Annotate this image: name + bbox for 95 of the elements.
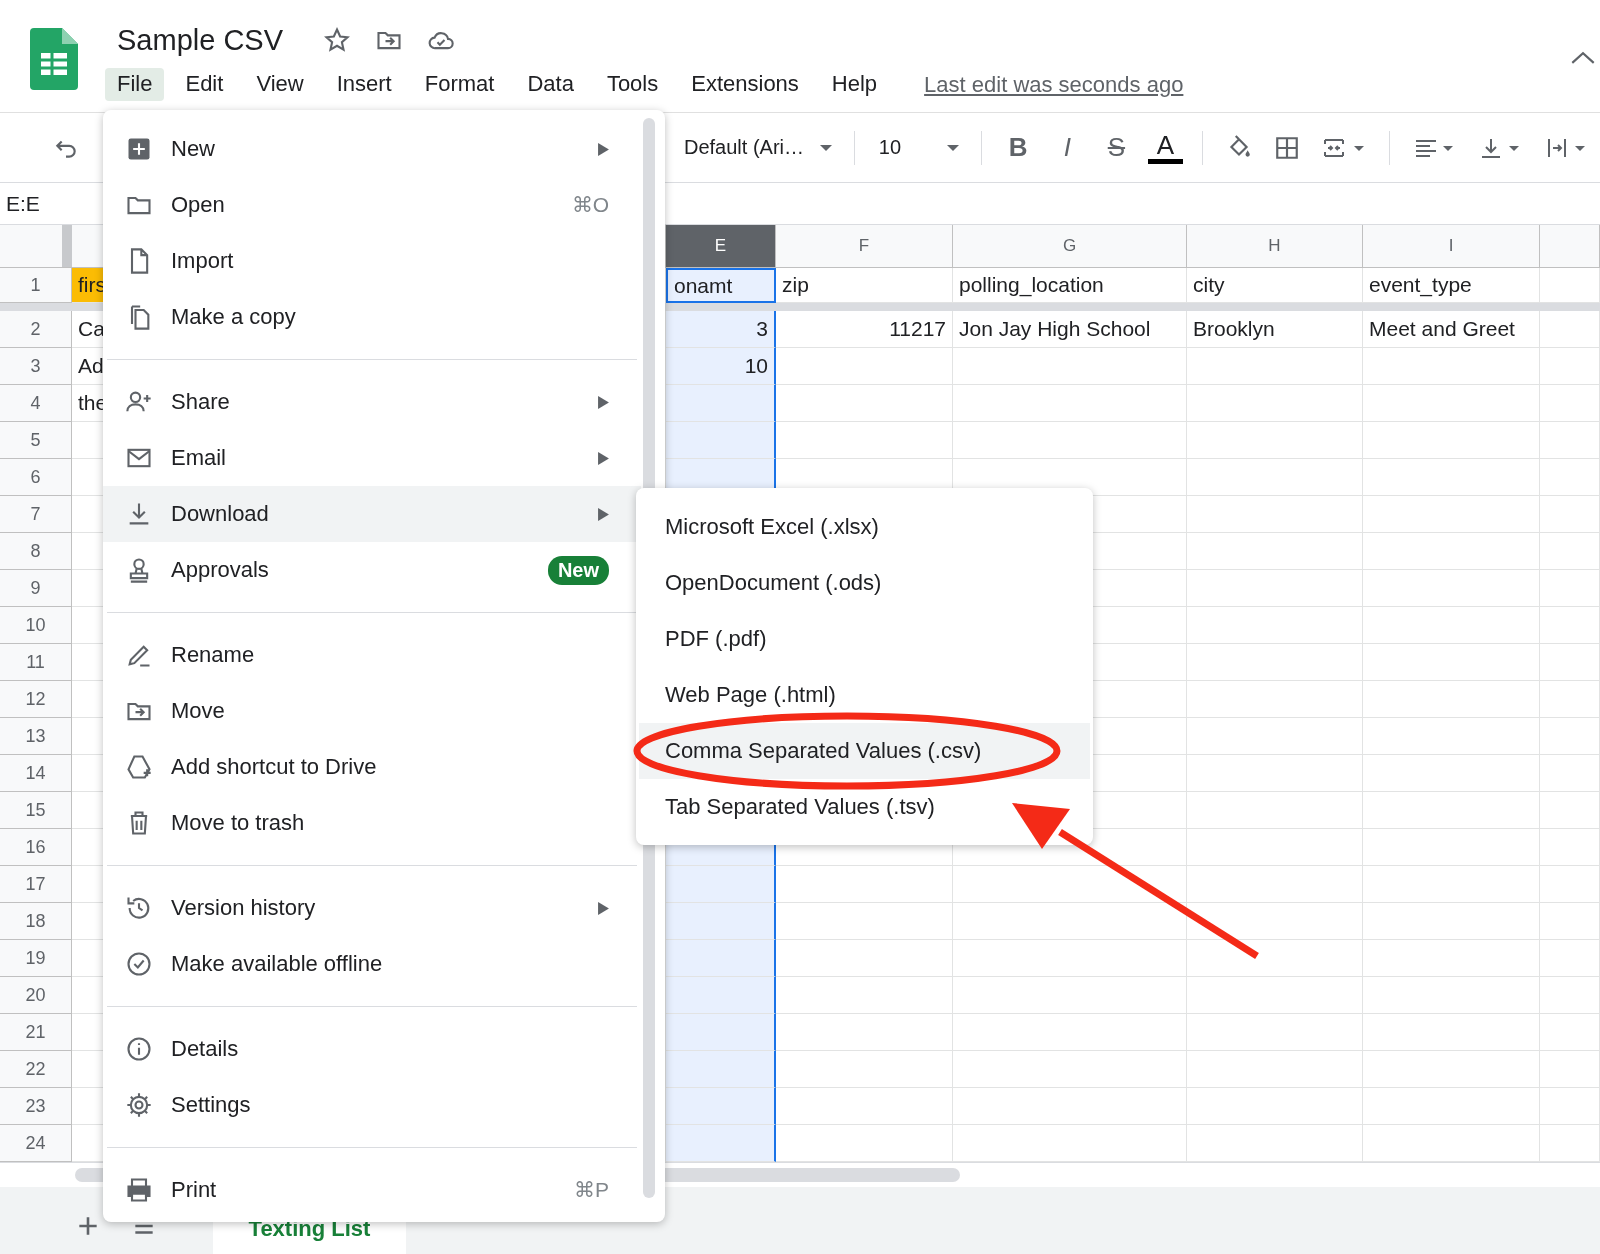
table-cell: Jon Jay High School (953, 311, 1187, 348)
menu-item-label: Details (171, 1036, 240, 1062)
column-header[interactable]: I (1363, 225, 1540, 268)
menu-item[interactable]: Extensions (679, 68, 811, 101)
row-header[interactable]: 7 (0, 496, 72, 533)
menu-item[interactable]: OpenDocument (.ods) (639, 555, 1090, 611)
menu-item-label: Move to trash (171, 810, 306, 836)
row-header[interactable]: 17 (0, 866, 72, 903)
shortcut-label: ⌘P (574, 1178, 609, 1202)
row-header[interactable]: 21 (0, 1014, 72, 1051)
document-title[interactable]: Sample CSV (117, 23, 283, 57)
table-cell: 11217 (776, 311, 953, 348)
format-button[interactable]: S (1098, 132, 1134, 163)
last-edit-link[interactable]: Last edit was seconds ago (924, 71, 1184, 98)
menu-item[interactable]: View (244, 68, 316, 101)
menu-item[interactable]: Edit (173, 68, 236, 101)
menu-item[interactable]: Tools (594, 68, 671, 101)
menu-item[interactable]: Tab Separated Values (.tsv) (639, 779, 1090, 835)
row-header[interactable]: 1 (0, 268, 72, 303)
shortcut-label: ⌘O (571, 193, 609, 217)
menu-item[interactable]: Share (103, 374, 641, 430)
menu-item[interactable]: Move to trash (103, 795, 641, 851)
menu-item[interactable]: Print ⌘P (103, 1162, 641, 1218)
menu-item[interactable]: Open ⌘O (103, 177, 641, 233)
row-header[interactable]: 4 (0, 385, 72, 422)
menu-item[interactable]: Import (103, 233, 641, 289)
menu-item-label: Approvals (171, 557, 270, 583)
menu-item-label: Email (171, 445, 227, 471)
menu-item[interactable]: Add shortcut to Drive (103, 739, 641, 795)
menu-item[interactable]: Email (103, 430, 641, 486)
font-size-dropdown[interactable]: 10 (878, 136, 969, 159)
table-cell: onamt (666, 268, 776, 303)
menu-item[interactable]: Download (103, 486, 641, 542)
row-header[interactable]: 2 (0, 311, 72, 348)
row-header[interactable]: 12 (0, 681, 72, 718)
column-header[interactable]: H (1187, 225, 1363, 268)
menu-item[interactable]: Move (103, 683, 641, 739)
row-header[interactable]: 6 (0, 459, 72, 496)
menu-item[interactable]: File (105, 68, 165, 101)
column-header[interactable]: G (953, 225, 1187, 268)
menu-item-label: Open (171, 192, 226, 218)
menu-item-label: Download (171, 501, 270, 527)
menu-item[interactable]: Microsoft Excel (.xlsx) (639, 499, 1090, 555)
row-header[interactable]: 9 (0, 570, 72, 607)
menu-item[interactable]: Format (412, 68, 507, 101)
menu-item[interactable]: Data (515, 68, 586, 101)
row-header[interactable]: 22 (0, 1051, 72, 1088)
row-header[interactable]: 14 (0, 755, 72, 792)
row-header[interactable]: 16 (0, 829, 72, 866)
menu-item[interactable]: Approvals New (103, 542, 641, 598)
table-cell: 10 (666, 348, 776, 385)
menu-item-label: Move (171, 698, 226, 724)
format-button[interactable]: A (1147, 131, 1184, 164)
menu-item-label: Settings (171, 1092, 252, 1118)
row-header[interactable]: 3 (0, 348, 72, 385)
row-header[interactable]: 15 (0, 792, 72, 829)
row-header[interactable]: 11 (0, 644, 72, 681)
menu-item[interactable]: Make available offline (103, 936, 641, 992)
menu-item-label: Add shortcut to Drive (171, 754, 378, 780)
name-box[interactable]: E:E (6, 191, 40, 216)
menu-item-label: Import (171, 248, 235, 274)
format-button[interactable]: I (1049, 132, 1085, 163)
menu-item-label: Print (171, 1177, 218, 1203)
table-cell: 3 (666, 311, 776, 348)
row-header[interactable]: 13 (0, 718, 72, 755)
menu-item[interactable]: Help (819, 68, 890, 101)
menu-item[interactable]: Web Page (.html) (639, 667, 1090, 723)
menu-item[interactable]: PDF (.pdf) (639, 611, 1090, 667)
menu-item-label: Rename (171, 642, 256, 668)
menu-item[interactable]: Rename (103, 627, 641, 683)
row-header[interactable]: 18 (0, 903, 72, 940)
menu-item-label: Make available offline (171, 951, 384, 977)
menu-item[interactable]: Insert (324, 68, 404, 101)
row-header[interactable]: 24 (0, 1125, 72, 1162)
row-header[interactable]: 20 (0, 977, 72, 1014)
menu-item[interactable]: New (103, 121, 641, 177)
menu-item[interactable]: Settings (103, 1077, 641, 1133)
menu-item[interactable]: Comma Separated Values (.csv) (639, 723, 1090, 779)
table-cell: Brooklyn (1187, 311, 1363, 348)
table-cell: Meet and Greet (1363, 311, 1540, 348)
font-dropdown[interactable]: Default (Ari… (684, 136, 842, 159)
row-header[interactable]: 5 (0, 422, 72, 459)
menu-item-label: Version history (171, 895, 317, 921)
menu-item-label: Share (171, 389, 231, 415)
row-header[interactable]: 10 (0, 607, 72, 644)
new-badge: New (547, 555, 609, 585)
menu-item-label: New (171, 136, 216, 162)
format-button[interactable]: B (1000, 132, 1036, 163)
menu-item[interactable]: Details (103, 1021, 641, 1077)
row-header[interactable]: 19 (0, 940, 72, 977)
row-header[interactable]: 23 (0, 1088, 72, 1125)
row-header[interactable]: 8 (0, 533, 72, 570)
column-header[interactable]: E (666, 225, 776, 268)
column-header[interactable]: F (776, 225, 953, 268)
menu-item[interactable]: Version history (103, 880, 641, 936)
